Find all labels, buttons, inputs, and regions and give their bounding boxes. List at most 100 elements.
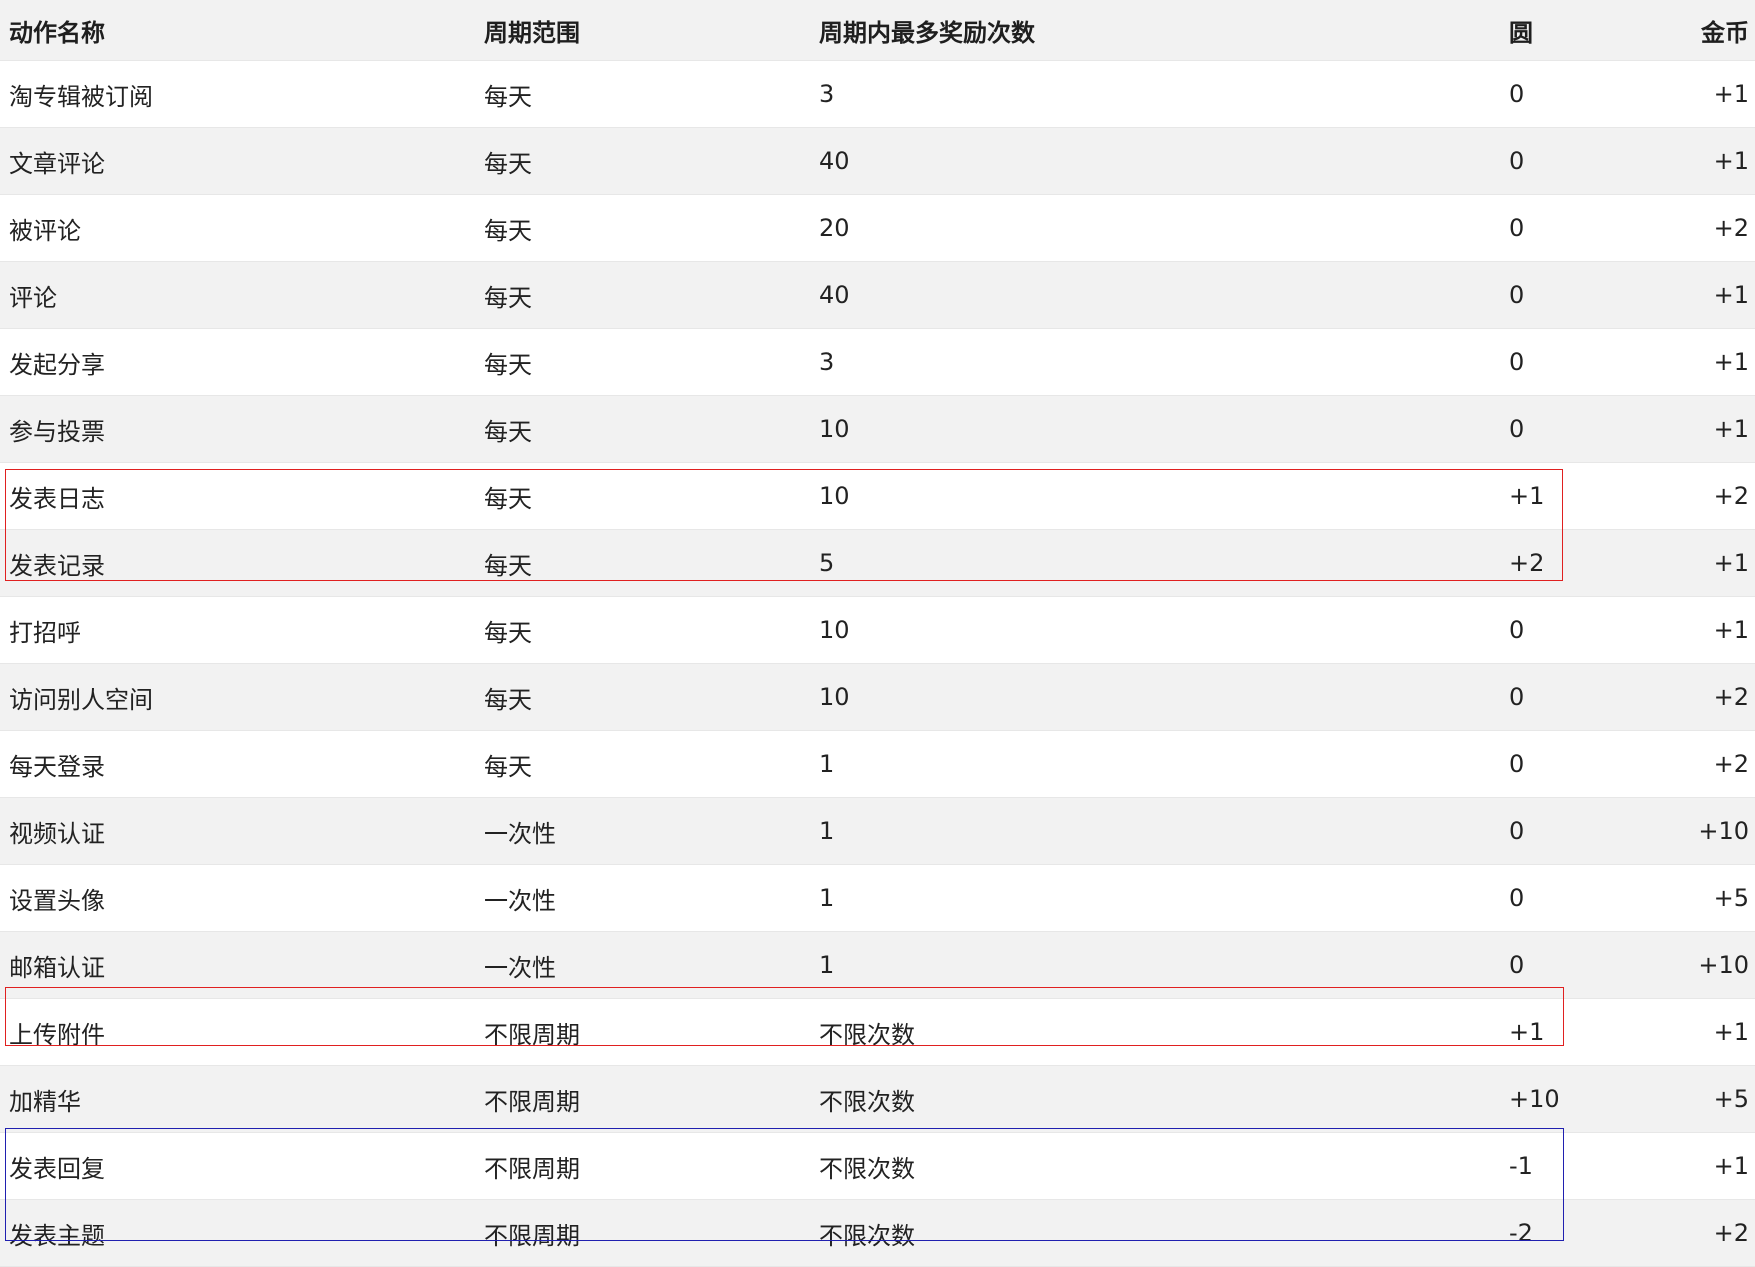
cell-gold-coins: +1	[1680, 261, 1755, 329]
cell-gold-coins: +2	[1680, 194, 1755, 262]
cell-action-name: 视频认证	[0, 797, 475, 865]
cell-max-rewards: 不限次数	[810, 1065, 1500, 1133]
cell-yuan: -1	[1500, 1132, 1680, 1200]
table-row: 发表日志 每天 10 +1 +2	[0, 462, 1755, 530]
cell-period-range: 每天	[475, 596, 810, 664]
cell-gold-coins: +1	[1680, 60, 1755, 128]
cell-max-rewards: 1	[810, 864, 1500, 932]
cell-action-name: 发起分享	[0, 328, 475, 396]
cell-period-range: 每天	[475, 328, 810, 396]
cell-action-name: 邮箱认证	[0, 931, 475, 999]
cell-period-range: 一次性	[475, 931, 810, 999]
cell-yuan: 0	[1500, 596, 1680, 664]
cell-action-name: 文章评论	[0, 127, 475, 195]
reward-rules-table: 动作名称 周期范围 周期内最多奖励次数 圆 金币 淘专辑被订阅 每天 3 0 +1 文章评…	[0, 0, 1755, 1267]
cell-gold-coins: +1	[1680, 596, 1755, 664]
cell-gold-coins: +10	[1680, 931, 1755, 999]
cell-period-range: 每天	[475, 663, 810, 731]
table-row: 参与投票 每天 10 0 +1	[0, 395, 1755, 463]
cell-max-rewards: 不限次数	[810, 1132, 1500, 1200]
table-row: 访问别人空间 每天 10 0 +2	[0, 663, 1755, 731]
table-row: 发起分享 每天 3 0 +1	[0, 328, 1755, 396]
cell-gold-coins: +1	[1680, 395, 1755, 463]
cell-gold-coins: +5	[1680, 864, 1755, 932]
cell-yuan: 0	[1500, 60, 1680, 128]
cell-gold-coins: +1	[1680, 1132, 1755, 1200]
cell-gold-coins: +10	[1680, 797, 1755, 865]
cell-yuan: +2	[1500, 529, 1680, 597]
cell-action-name: 评论	[0, 261, 475, 329]
cell-max-rewards: 20	[810, 194, 1500, 262]
table-row: 被评论 每天 20 0 +2	[0, 194, 1755, 262]
cell-yuan: 0	[1500, 395, 1680, 463]
cell-max-rewards: 不限次数	[810, 1199, 1500, 1267]
table-row: 设置头像 一次性 1 0 +5	[0, 864, 1755, 932]
cell-yuan: +1	[1500, 462, 1680, 530]
cell-period-range: 每天	[475, 194, 810, 262]
cell-period-range: 每天	[475, 730, 810, 798]
table-row: 发表回复 不限周期 不限次数 -1 +1	[0, 1132, 1755, 1200]
cell-max-rewards: 10	[810, 395, 1500, 463]
cell-max-rewards: 1	[810, 931, 1500, 999]
cell-period-range: 一次性	[475, 797, 810, 865]
table-row: 发表记录 每天 5 +2 +1	[0, 529, 1755, 597]
cell-gold-coins: +1	[1680, 127, 1755, 195]
cell-yuan: 0	[1500, 663, 1680, 731]
cell-max-rewards: 不限次数	[810, 998, 1500, 1066]
cell-gold-coins: +1	[1680, 998, 1755, 1066]
cell-action-name: 设置头像	[0, 864, 475, 932]
cell-gold-coins: +2	[1680, 1199, 1755, 1267]
table-body: 淘专辑被订阅 每天 3 0 +1 文章评论 每天 40 0 +1 被评论 每天 20 0 +2 评论 每天 40 0…	[0, 60, 1755, 1267]
cell-yuan: +1	[1500, 998, 1680, 1066]
cell-period-range: 每天	[475, 60, 810, 128]
cell-max-rewards: 3	[810, 328, 1500, 396]
cell-action-name: 上传附件	[0, 998, 475, 1066]
cell-action-name: 打招呼	[0, 596, 475, 664]
cell-gold-coins: +1	[1680, 529, 1755, 597]
cell-yuan: 0	[1500, 931, 1680, 999]
cell-max-rewards: 10	[810, 663, 1500, 731]
header-yuan: 圆	[1500, 0, 1680, 61]
cell-yuan: +10	[1500, 1065, 1680, 1133]
table-row: 加精华 不限周期 不限次数 +10 +5	[0, 1065, 1755, 1133]
cell-action-name: 发表记录	[0, 529, 475, 597]
cell-max-rewards: 40	[810, 261, 1500, 329]
cell-yuan: 0	[1500, 194, 1680, 262]
table-row: 淘专辑被订阅 每天 3 0 +1	[0, 60, 1755, 128]
table-row: 视频认证 一次性 1 0 +10	[0, 797, 1755, 865]
cell-max-rewards: 1	[810, 797, 1500, 865]
cell-period-range: 每天	[475, 462, 810, 530]
cell-period-range: 一次性	[475, 864, 810, 932]
cell-period-range: 不限周期	[475, 998, 810, 1066]
cell-yuan: 0	[1500, 261, 1680, 329]
table-row: 打招呼 每天 10 0 +1	[0, 596, 1755, 664]
cell-period-range: 不限周期	[475, 1065, 810, 1133]
cell-action-name: 发表回复	[0, 1132, 475, 1200]
cell-max-rewards: 3	[810, 60, 1500, 128]
table-row: 上传附件 不限周期 不限次数 +1 +1	[0, 998, 1755, 1066]
cell-action-name: 被评论	[0, 194, 475, 262]
cell-gold-coins: +5	[1680, 1065, 1755, 1133]
cell-action-name: 加精华	[0, 1065, 475, 1133]
cell-action-name: 每天登录	[0, 730, 475, 798]
cell-period-range: 不限周期	[475, 1132, 810, 1200]
cell-action-name: 发表主题	[0, 1199, 475, 1267]
cell-action-name: 淘专辑被订阅	[0, 60, 475, 128]
table-row: 邮箱认证 一次性 1 0 +10	[0, 931, 1755, 999]
table-row: 评论 每天 40 0 +1	[0, 261, 1755, 329]
cell-max-rewards: 10	[810, 596, 1500, 664]
cell-max-rewards: 40	[810, 127, 1500, 195]
screenshot-root: 动作名称 周期范围 周期内最多奖励次数 圆 金币 淘专辑被订阅 每天 3 0 +1 文章评…	[0, 0, 1755, 1267]
cell-period-range: 每天	[475, 261, 810, 329]
header-max-rewards: 周期内最多奖励次数	[810, 0, 1500, 61]
header-period-range: 周期范围	[475, 0, 810, 61]
table-row: 发表主题 不限周期 不限次数 -2 +2	[0, 1199, 1755, 1267]
table-row: 文章评论 每天 40 0 +1	[0, 127, 1755, 195]
cell-yuan: 0	[1500, 127, 1680, 195]
cell-action-name: 发表日志	[0, 462, 475, 530]
header-action-name: 动作名称	[0, 0, 475, 61]
cell-period-range: 每天	[475, 529, 810, 597]
cell-yuan: 0	[1500, 797, 1680, 865]
cell-yuan: 0	[1500, 328, 1680, 396]
cell-action-name: 访问别人空间	[0, 663, 475, 731]
